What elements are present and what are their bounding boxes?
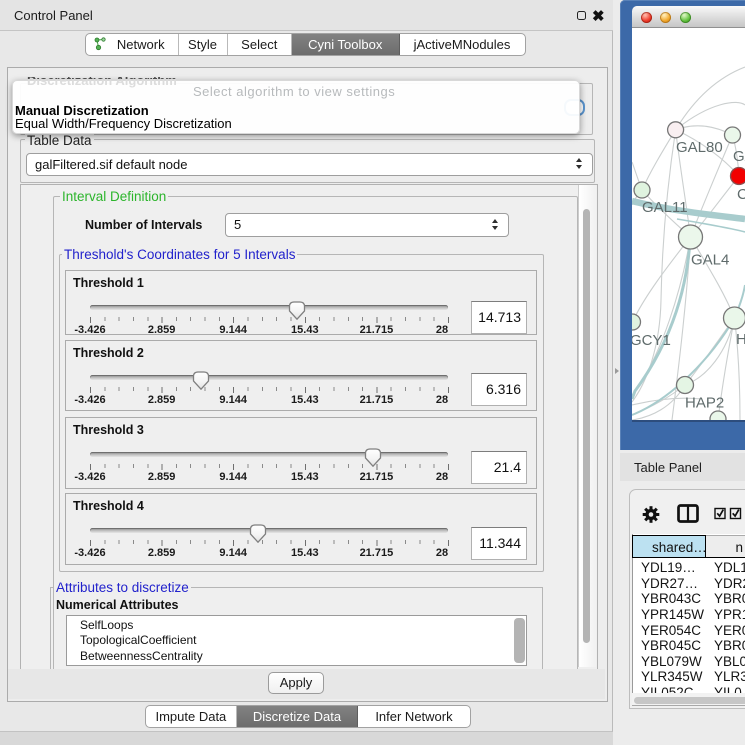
svg-text:HAP4: HAP4 <box>736 331 745 348</box>
svg-text:GAL4: GAL4 <box>691 252 729 269</box>
svg-text:CDC1: CDC1 <box>737 186 745 203</box>
svg-text:HAP2: HAP2 <box>685 395 724 412</box>
svg-text:GAL80: GAL80 <box>733 148 745 165</box>
svg-text:GAL80: GAL80 <box>676 139 723 156</box>
svg-text:GCY1: GCY1 <box>632 332 671 349</box>
svg-text:GAL11: GAL11 <box>642 199 688 216</box>
